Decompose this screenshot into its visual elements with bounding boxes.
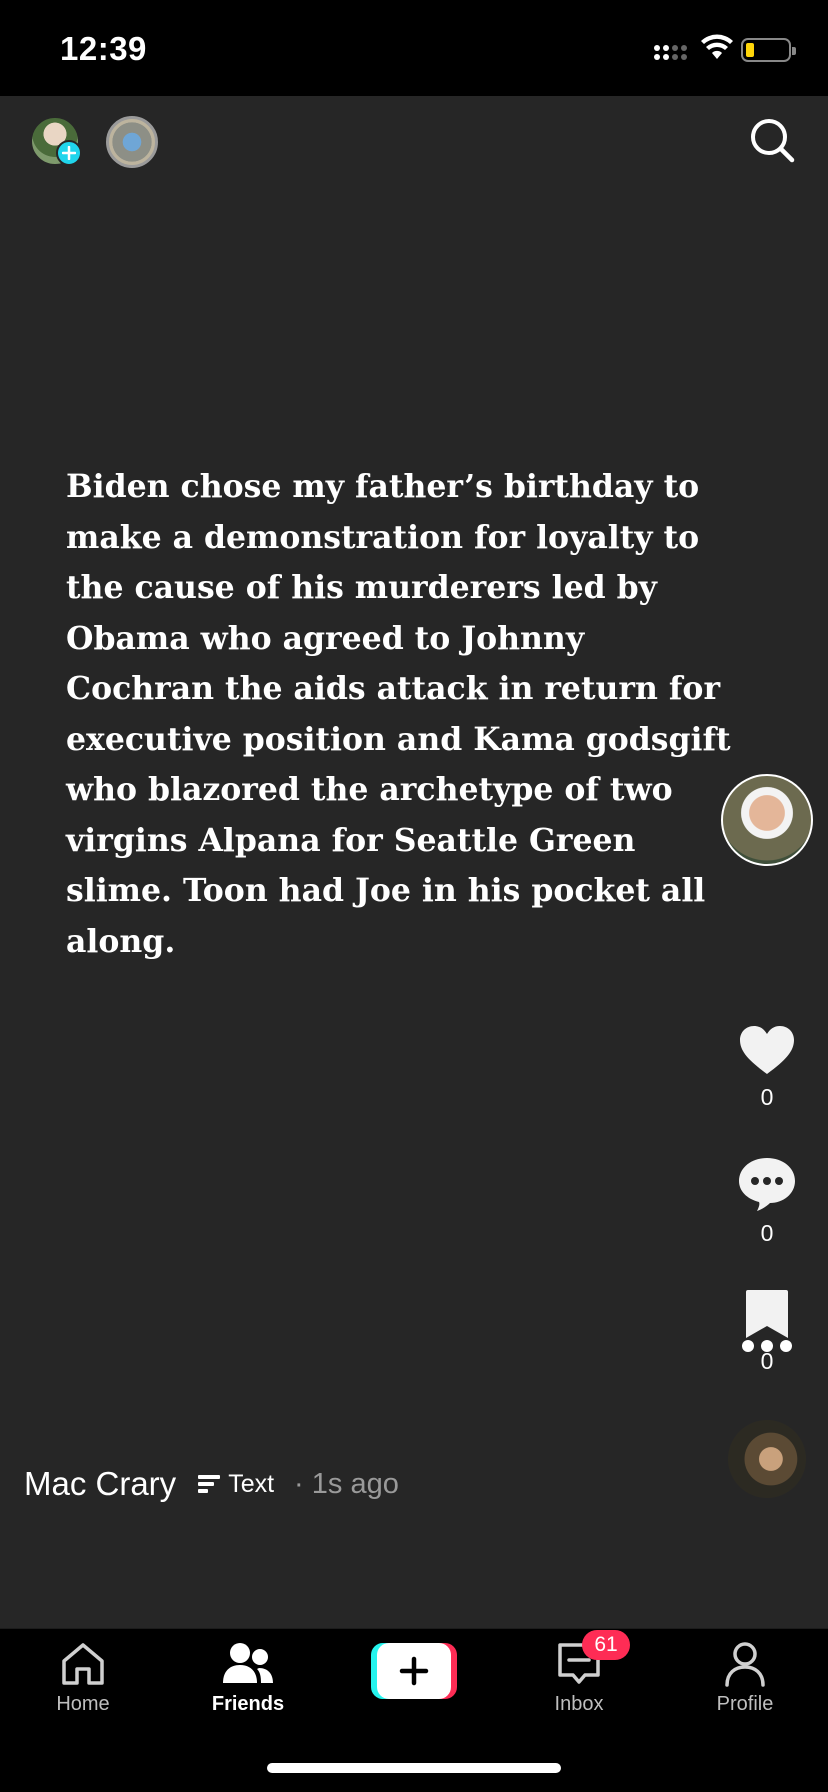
- search-icon[interactable]: [748, 116, 796, 164]
- inbox-badge: 61: [582, 1630, 630, 1660]
- more-icon[interactable]: [742, 1338, 792, 1354]
- home-icon: [62, 1643, 104, 1685]
- friends-icon: [223, 1643, 273, 1683]
- post-type-tag: Text: [198, 1470, 274, 1499]
- creator-avatar[interactable]: [721, 774, 813, 866]
- tab-profile[interactable]: Profile: [680, 1641, 810, 1716]
- post-type-label: Text: [228, 1469, 275, 1498]
- comment-button[interactable]: 0: [726, 1156, 808, 1247]
- profile-icon: [725, 1642, 765, 1687]
- bookmark-icon: [746, 1290, 788, 1338]
- like-button[interactable]: 0: [726, 1024, 808, 1111]
- post-text: Biden chose my father’s birthday to make…: [66, 468, 731, 960]
- friend-story-avatar[interactable]: [106, 116, 158, 168]
- tab-profile-label: Profile: [716, 1693, 774, 1715]
- tab-friends-label: Friends: [211, 1693, 285, 1715]
- comment-count: 0: [760, 1220, 774, 1246]
- text-lines-icon: [198, 1475, 221, 1493]
- tab-inbox-label: Inbox: [554, 1693, 604, 1715]
- status-time: 12:39: [60, 30, 147, 67]
- tab-home-label: Home: [56, 1693, 110, 1715]
- like-count: 0: [760, 1084, 774, 1110]
- signal-icon: [654, 44, 688, 62]
- author-name[interactable]: Mac Crary: [24, 1465, 176, 1503]
- post-meta: Mac Crary Text · 1s ago: [24, 1460, 399, 1508]
- tab-friends[interactable]: Friends: [183, 1641, 313, 1716]
- sound-disc[interactable]: [728, 1420, 806, 1498]
- post-time: · 1s ago: [294, 1467, 399, 1500]
- create-button[interactable]: [371, 1643, 457, 1699]
- comment-icon: [739, 1158, 795, 1211]
- add-story-icon[interactable]: [56, 140, 82, 166]
- plus-icon: [399, 1656, 429, 1686]
- battery-icon: [741, 38, 796, 62]
- tab-home[interactable]: Home: [18, 1641, 148, 1716]
- status-bar: 12:39: [0, 0, 828, 96]
- heart-icon: [740, 1026, 794, 1074]
- wifi-icon: [701, 34, 733, 59]
- home-indicator[interactable]: [267, 1763, 561, 1773]
- save-button[interactable]: 0: [726, 1288, 808, 1375]
